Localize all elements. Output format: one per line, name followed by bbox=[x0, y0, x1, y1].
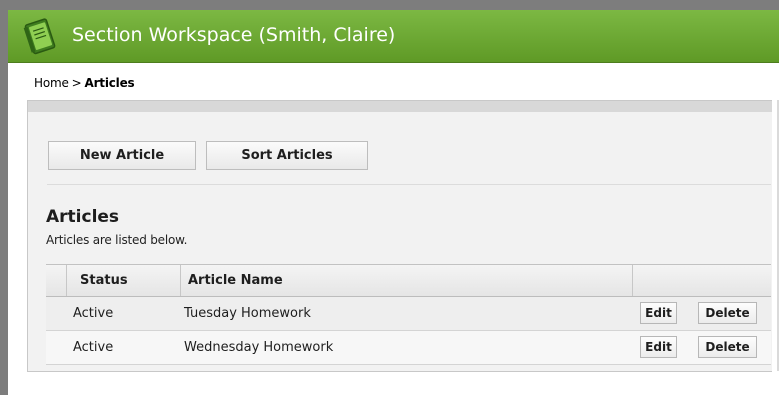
breadcrumb-home-link[interactable]: Home bbox=[34, 76, 69, 90]
delete-button[interactable]: Delete bbox=[698, 302, 757, 324]
articles-table: Status Article Name Active Tuesday Homew… bbox=[46, 264, 771, 365]
delete-button[interactable]: Delete bbox=[698, 336, 757, 358]
panel-header-bar bbox=[28, 101, 772, 112]
page-title: Section Workspace (Smith, Claire) bbox=[72, 24, 396, 46]
column-divider bbox=[66, 265, 67, 296]
section-heading: Articles bbox=[46, 207, 120, 227]
new-article-button[interactable]: New Article bbox=[48, 141, 196, 170]
toolbar-divider bbox=[47, 184, 771, 185]
breadcrumb: Home > Articles bbox=[34, 76, 135, 90]
row-status: Active bbox=[73, 340, 114, 355]
notebook-icon bbox=[23, 18, 56, 55]
row-article-name: Tuesday Homework bbox=[184, 306, 311, 321]
column-header-status[interactable]: Status bbox=[80, 273, 128, 288]
title-bar: Section Workspace (Smith, Claire) bbox=[8, 10, 779, 63]
edit-button[interactable]: Edit bbox=[640, 336, 677, 358]
table-row: Active Wednesday Homework Edit Delete bbox=[46, 331, 771, 365]
row-status: Active bbox=[73, 306, 114, 321]
row-article-name: Wednesday Homework bbox=[184, 340, 334, 355]
edit-button[interactable]: Edit bbox=[640, 302, 677, 324]
table-header: Status Article Name bbox=[46, 265, 771, 297]
column-divider bbox=[632, 265, 633, 296]
table-row: Active Tuesday Homework Edit Delete bbox=[46, 297, 771, 331]
sort-articles-button[interactable]: Sort Articles bbox=[206, 141, 368, 170]
column-header-article-name[interactable]: Article Name bbox=[188, 273, 283, 288]
column-divider bbox=[180, 265, 181, 296]
section-description: Articles are listed below. bbox=[46, 233, 188, 247]
breadcrumb-current: Articles bbox=[84, 76, 135, 90]
breadcrumb-separator: > bbox=[71, 76, 82, 90]
